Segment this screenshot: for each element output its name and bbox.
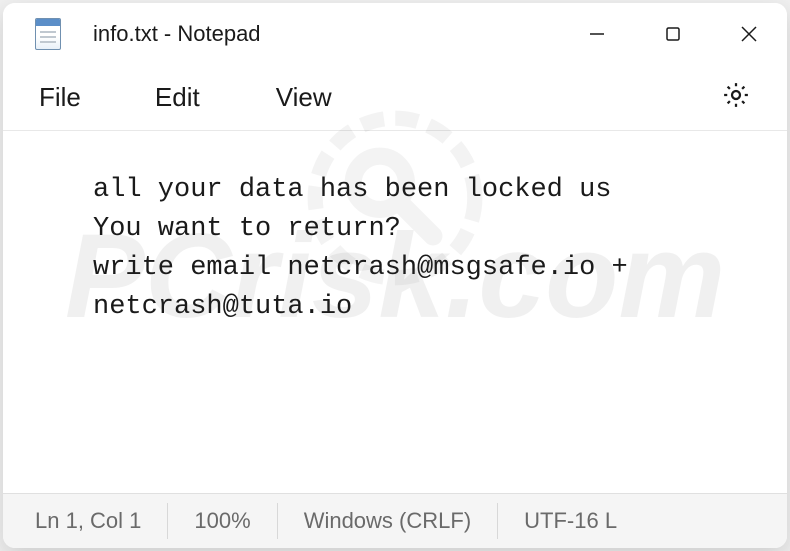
text-editor[interactable]: all your data has been locked us You wan… [3, 131, 787, 493]
minimize-button[interactable] [559, 3, 635, 65]
maximize-icon [664, 25, 682, 43]
close-icon [739, 24, 759, 44]
status-zoom[interactable]: 100% [168, 503, 277, 539]
settings-button[interactable] [705, 70, 767, 125]
gear-icon [721, 80, 751, 110]
maximize-button[interactable] [635, 3, 711, 65]
close-button[interactable] [711, 3, 787, 65]
menubar: File Edit View [3, 65, 787, 131]
menu-edit[interactable]: Edit [117, 72, 238, 123]
minimize-icon [588, 25, 606, 43]
status-encoding: UTF-16 L [498, 503, 621, 539]
statusbar: Ln 1, Col 1 100% Windows (CRLF) UTF-16 L [3, 493, 787, 548]
window-title: info.txt - Notepad [93, 21, 559, 47]
notepad-window: info.txt - Notepad File Edit Vi [3, 3, 787, 548]
titlebar: info.txt - Notepad [3, 3, 787, 65]
window-controls [559, 3, 787, 65]
menu-file[interactable]: File [23, 72, 117, 123]
notepad-app-icon [33, 17, 63, 51]
menu-view[interactable]: View [238, 72, 370, 123]
status-cursor: Ln 1, Col 1 [3, 503, 168, 539]
status-lineending: Windows (CRLF) [278, 503, 498, 539]
